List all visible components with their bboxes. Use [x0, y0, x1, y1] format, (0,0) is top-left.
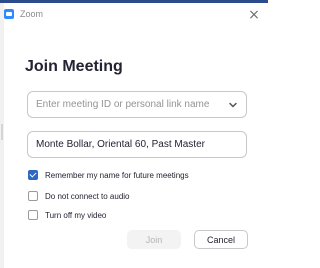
- chevron-down-icon[interactable]: [228, 100, 238, 110]
- no-audio-option[interactable]: Do not connect to audio: [28, 191, 130, 201]
- display-name-input[interactable]: Monte Bollar, Oriental 60, Past Master: [27, 131, 247, 158]
- title-bar: Zoom: [4, 6, 43, 22]
- close-icon: ×: [248, 7, 260, 23]
- remember-name-label: Remember my name for future meetings: [45, 170, 189, 180]
- remember-name-option[interactable]: Remember my name for future meetings: [28, 170, 189, 180]
- cancel-button[interactable]: Cancel: [194, 230, 248, 249]
- display-name-value: Monte Bollar, Oriental 60, Past Master: [36, 139, 205, 150]
- close-button[interactable]: ×: [247, 8, 261, 22]
- meeting-id-placeholder: Enter meeting ID or personal link name: [36, 99, 210, 110]
- video-off-checkbox[interactable]: [28, 210, 38, 220]
- edge-mark: [1, 124, 3, 140]
- meeting-id-input[interactable]: Enter meeting ID or personal link name: [27, 91, 247, 118]
- page-title: Join Meeting: [25, 58, 123, 75]
- video-off-option[interactable]: Turn off my video: [28, 210, 106, 220]
- video-off-label: Turn off my video: [45, 210, 107, 220]
- app-title: Zoom: [20, 9, 44, 19]
- remember-name-checkbox[interactable]: [28, 170, 38, 180]
- zoom-join-screen: Zoom × Join Meeting Enter meeting ID or …: [0, 0, 268, 268]
- no-audio-checkbox[interactable]: [28, 191, 38, 201]
- join-button[interactable]: Join: [127, 230, 181, 249]
- no-audio-label: Do not connect to audio: [45, 191, 130, 201]
- zoom-video-icon: [4, 9, 14, 19]
